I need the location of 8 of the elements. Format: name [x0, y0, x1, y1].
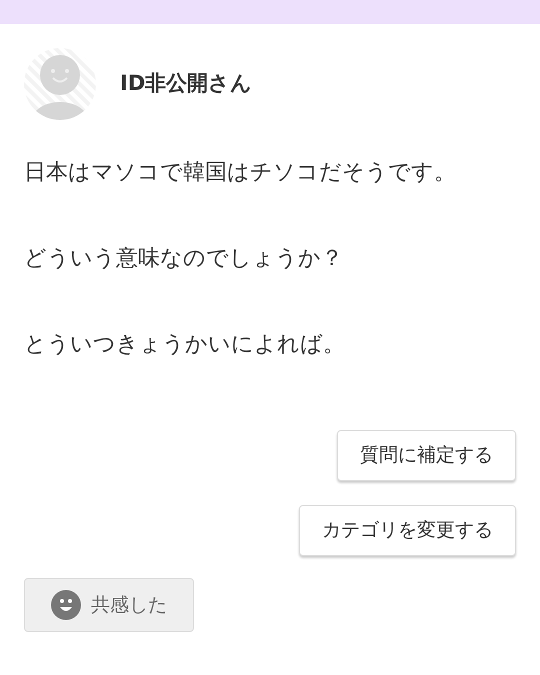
action-button[interactable]: カテゴリを変更する	[299, 505, 516, 556]
action-button[interactable]: 質問に補定する	[337, 430, 516, 481]
smiley-icon	[51, 590, 81, 620]
user-name: ID非公開さん	[120, 70, 252, 98]
empathy-button[interactable]: 共感した	[24, 578, 194, 632]
question-text: どういう意味なのでしょうか？	[24, 245, 344, 273]
question-text: 日本はマソコで韓国はチソコだそうです。	[24, 159, 457, 187]
question-text: とういつきょうかいによれば。	[24, 331, 346, 359]
